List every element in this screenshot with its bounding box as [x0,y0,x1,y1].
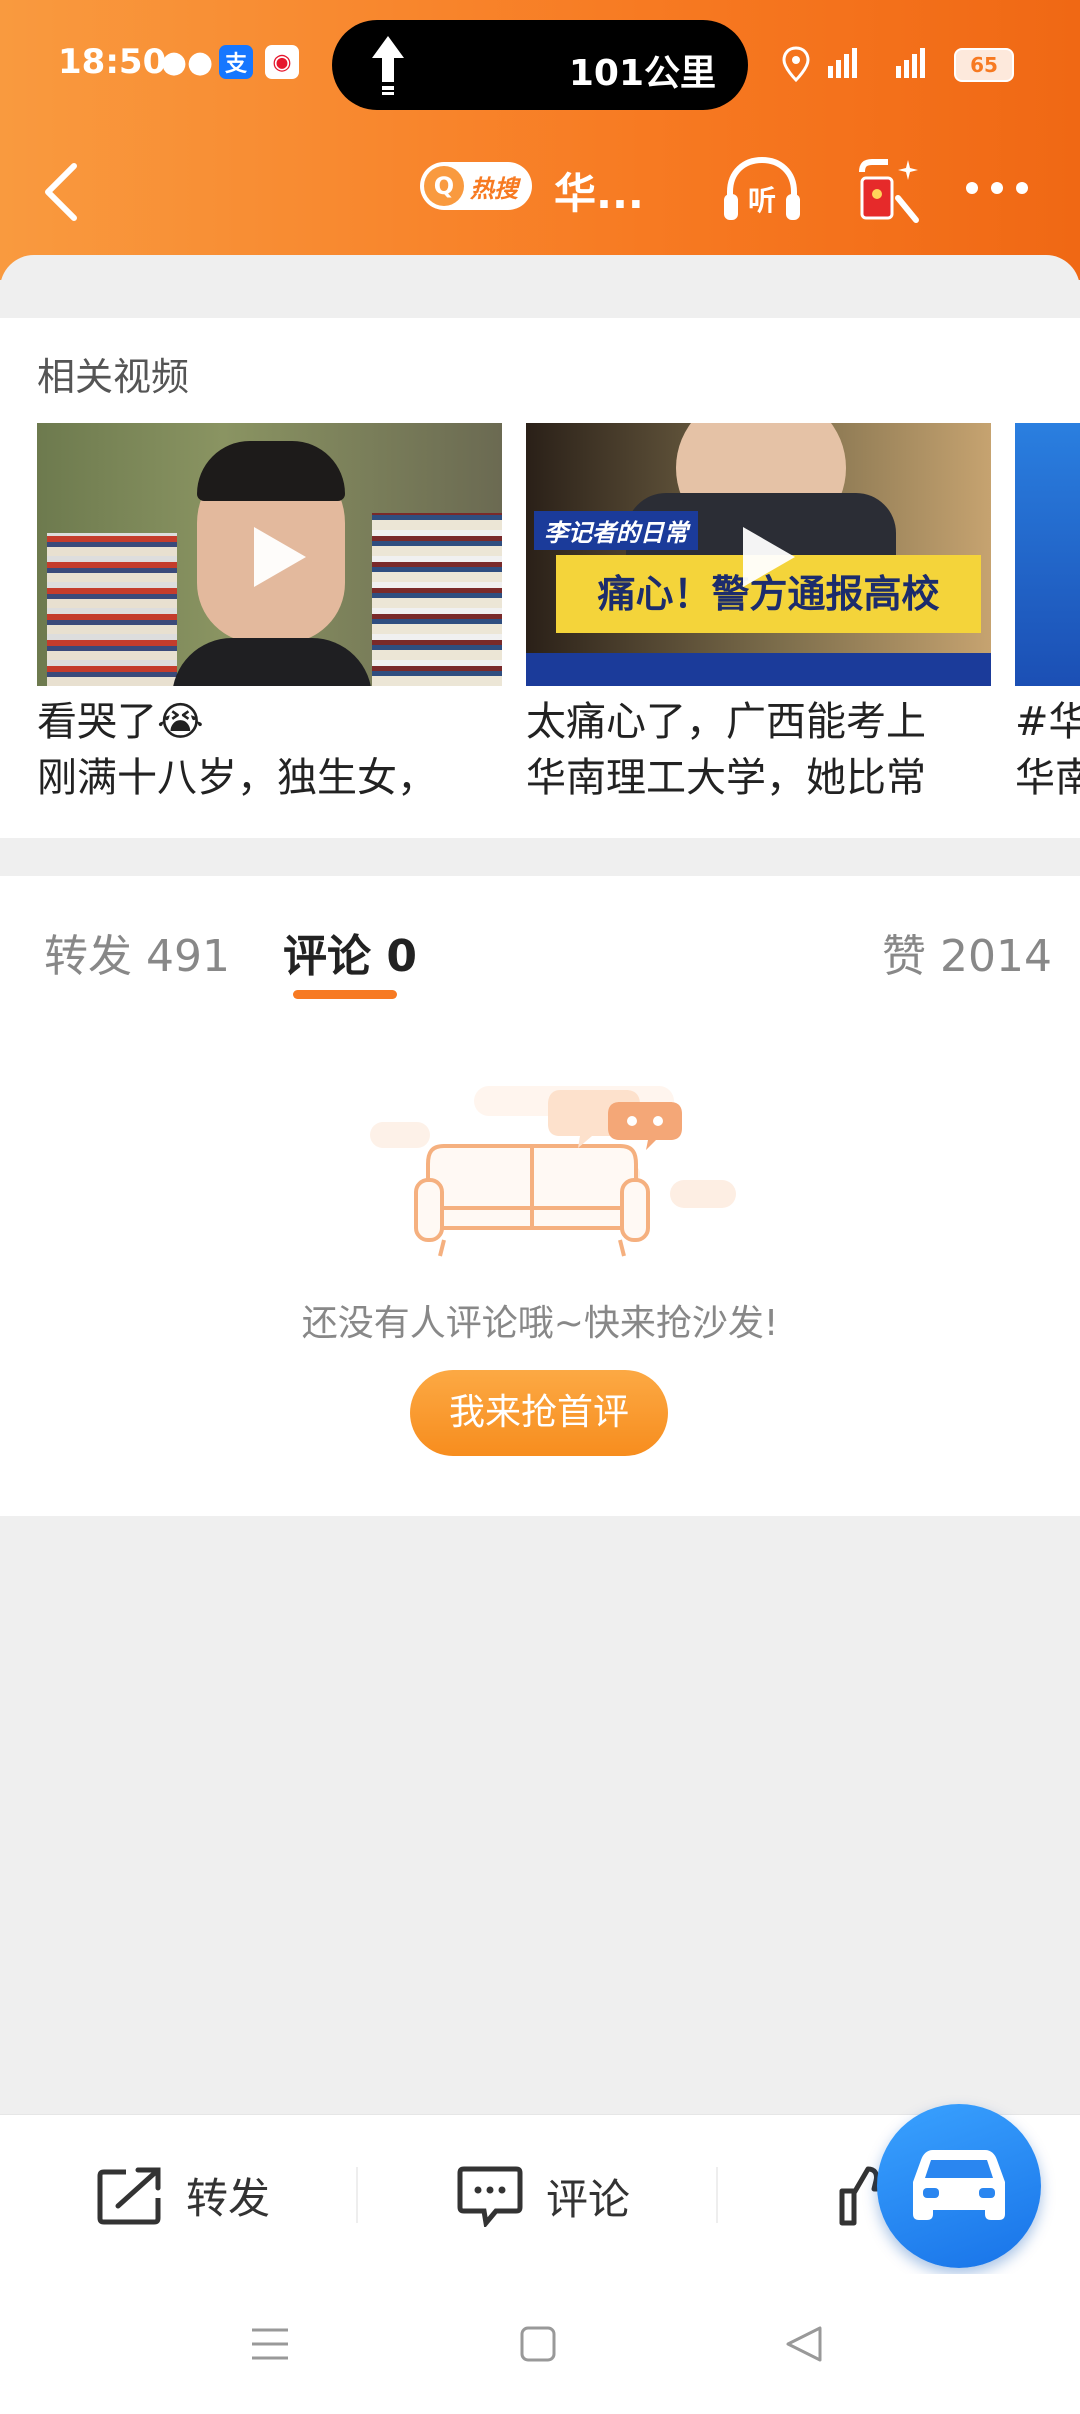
video-title-line2: 刚满十八岁，独生女， [37,755,437,801]
video-title-line1: #华 [1015,699,1080,745]
video-title-line2: 华南 [1015,755,1080,801]
tab-repost[interactable]: 转发 491 [44,920,230,984]
headphones-icon[interactable]: 听 [720,152,804,228]
related-videos-heading: 相关视频 [37,355,190,399]
battery-indicator: 65 [954,48,1014,82]
red-packet-icon[interactable] [852,152,924,228]
divider [716,2167,718,2223]
interaction-tabs: 转发 491 评论 0 赞 2014 [0,876,1080,1009]
navigation-arrow-icon [372,36,404,95]
back-nav-icon[interactable] [784,2324,824,2364]
tab-comments[interactable]: 评论 0 [283,920,417,984]
comment-button[interactable]: 评论 [456,2165,630,2227]
dynamic-island: 101公里 [332,20,748,110]
first-comment-button[interactable]: 我来抢首评 [410,1370,668,1456]
status-time: 18:50 [58,42,167,82]
empty-comments: 还没有人评论哦~快来抢沙发! 我来抢首评 [0,1008,1080,1516]
more-icon[interactable] [962,178,1032,198]
repost-button[interactable]: 转发 [96,2165,270,2226]
comment-label: 评论 [546,2174,631,2224]
location-icon [782,46,810,82]
top-nav-bar: Q 热搜 华... 听 [0,130,1080,250]
related-videos-section: 相关视频 看哭了😭 刚满十八岁，独生女， 李记者的日常 痛心！警方通报高校 太痛… [0,318,1080,838]
tab-likes[interactable]: 赞 2014 [882,920,1052,984]
weibo-icon: ◉ [265,45,299,79]
sheet-top [0,255,1080,303]
hot-search-label: 热搜 [470,174,518,203]
repost-label: 转发 [186,2174,271,2223]
signal-icon-2 [896,48,925,78]
video-overlay-tag: 李记者的日常 [534,511,698,550]
status-bar: 18:50 ●● 支 ◉ 101公里 65 [0,0,1080,130]
active-tab-indicator [293,990,397,999]
signal-icon-1 [828,48,857,78]
system-navigation-bar [0,2274,1080,2414]
play-icon [742,526,795,587]
navigation-distance: 101公里 [568,53,716,94]
video-card[interactable]: 李记者的日常 痛心！警方通报高校 太痛心了，广西能考上 华南理工大学，她比常 [526,423,991,806]
menu-icon[interactable] [250,2324,290,2364]
hot-search-badge[interactable]: Q 热搜 [420,162,532,210]
share-icon [97,2167,161,2224]
home-icon[interactable] [520,2326,556,2362]
video-card[interactable]: #华 华南 [1015,423,1080,806]
video-card[interactable]: 看哭了😭 刚满十八岁，独生女， [37,423,502,806]
car-icon [913,2150,1005,2220]
page-title: 华... [554,169,644,218]
play-icon [253,526,306,587]
divider [356,2167,358,2223]
video-title-line2: 华南理工大学，她比常 [526,755,926,801]
wechat-icon: ●● [160,44,214,80]
sofa-illustration [370,1086,736,1257]
video-thumbnail[interactable] [1015,423,1080,686]
video-title-line1: 太痛心了，广西能考上 [526,699,926,745]
search-icon: Q [424,166,464,206]
alipay-icon: 支 [219,45,253,79]
empty-message: 还没有人评论哦~快来抢沙发! [301,1303,779,1344]
back-icon[interactable] [38,160,82,224]
video-thumbnail[interactable]: 李记者的日常 痛心！警方通报高校 [526,423,991,686]
video-title-line1: 看哭了😭 [37,699,204,745]
svg-text:听: 听 [748,184,776,217]
car-float-button[interactable] [877,2104,1041,2268]
comment-icon [457,2166,523,2227]
video-thumbnail[interactable] [37,423,502,686]
